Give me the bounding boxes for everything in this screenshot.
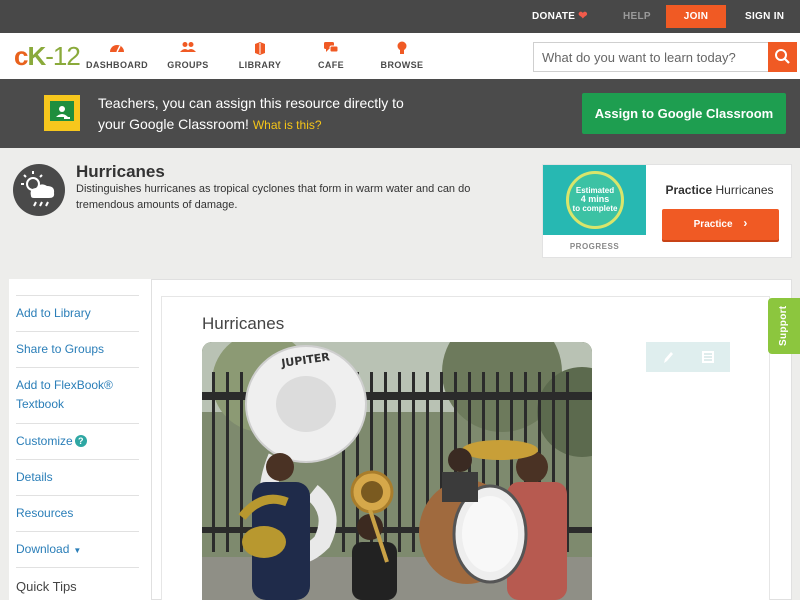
nav-label-browse: BROWSE [380, 60, 424, 70]
search-button[interactable] [768, 42, 797, 72]
sidebar-item-resources[interactable]: Resources [16, 495, 139, 531]
search-box [533, 42, 797, 72]
practice-title: Practice Hurricanes [646, 183, 793, 197]
nav-item-cafe[interactable]: CAFE [295, 41, 367, 70]
practice-progress-image: Estimated 4 mins to complete [543, 165, 646, 235]
content-title: Hurricanes [202, 314, 285, 333]
content-tools [646, 342, 730, 372]
practice-button-label: Practice [693, 219, 733, 230]
sidebar-item-customize-label: Customize [16, 434, 73, 448]
classroom-line-2: your Google Classroom! [98, 116, 249, 132]
logo-c: c [14, 41, 29, 71]
support-label: Support [778, 305, 789, 346]
nav-item-dashboard[interactable]: DASHBOARD [81, 41, 153, 70]
practice-card: Estimated 4 mins to complete PROGRESS Pr… [542, 164, 792, 258]
sidebar-item-share-to-groups[interactable]: Share to Groups [16, 331, 139, 367]
what-is-this-link[interactable]: What is this? [253, 118, 322, 132]
logo-n: -12 [45, 41, 81, 71]
practice-title-topic: Hurricanes [715, 183, 774, 197]
nav-label-cafe: CAFE [317, 60, 345, 70]
concept-title: Hurricanes [76, 162, 165, 181]
classroom-line-1: Teachers, you can assign this resource d… [98, 95, 404, 111]
sidebar-item-customize[interactable]: Customize? [16, 423, 139, 459]
progress-label: PROGRESS [569, 242, 620, 251]
main-nav: cK-12 DASHBOARD GROUPS LIBRARY CAFE BROW… [0, 33, 800, 79]
estimated-time-badge: Estimated 4 mins to complete [566, 171, 624, 229]
sidebar: Add to Library Share to Groups Add to Fl… [9, 279, 152, 600]
practice-title-bold: Practice [665, 183, 713, 197]
nav-item-groups[interactable]: GROUPS [152, 41, 224, 70]
concept-description: Distinguishes hurricanes as tropical cyc… [76, 183, 471, 211]
sidebar-item-add-to-flexbook[interactable]: Add to FlexBook® Textbook [16, 367, 139, 423]
nav-item-library[interactable]: LIBRARY [224, 41, 296, 70]
ck12-logo[interactable]: cK-12 [14, 41, 81, 71]
chevron-right-icon: › [743, 216, 748, 230]
pencil-icon[interactable] [660, 349, 676, 365]
brass-band-illustration: JUPITER [202, 342, 592, 600]
top-utility-bar: DONATE ❤ HELP JOIN SIGN IN [0, 0, 800, 33]
groups-icon [152, 41, 224, 55]
join-button[interactable]: JOIN [666, 5, 726, 28]
heart-icon: ❤ [578, 10, 588, 22]
practice-button[interactable]: Practice › [662, 209, 779, 240]
weather-storm-icon [13, 164, 65, 216]
library-icon [224, 41, 296, 55]
nav-label-library: LIBRARY [238, 60, 282, 70]
sidebar-item-download[interactable]: Download ▼ [16, 531, 139, 567]
search-input[interactable] [534, 43, 769, 71]
caret-down-icon: ▼ [73, 546, 82, 555]
search-icon [775, 49, 790, 64]
support-tab[interactable]: Support [768, 298, 800, 354]
to-complete-label: to complete [572, 204, 618, 213]
nav-label-groups: GROUPS [167, 60, 209, 70]
nav-label-dashboard: DASHBOARD [85, 60, 149, 70]
logo-k: K [27, 41, 46, 71]
estimated-mins: 4 mins [580, 194, 610, 204]
sidebar-item-details[interactable]: Details [16, 459, 139, 495]
sign-in-link[interactable]: SIGN IN [745, 0, 784, 33]
dashboard-icon [81, 41, 153, 55]
donate-link[interactable]: DONATE ❤ [532, 0, 588, 33]
google-classroom-icon [44, 95, 80, 131]
brass-band-photo: JUPITER [202, 342, 592, 600]
cafe-icon [295, 41, 367, 55]
classroom-message: Teachers, you can assign this resource d… [98, 93, 404, 136]
notes-icon[interactable] [700, 349, 716, 365]
nav-item-browse[interactable]: BROWSE [366, 41, 438, 70]
sidebar-item-download-label: Download [16, 542, 70, 556]
donate-label: DONATE [532, 11, 576, 22]
help-link[interactable]: HELP [623, 0, 651, 33]
assign-to-google-classroom-button[interactable]: Assign to Google Classroom [582, 93, 786, 134]
sidebar-item-add-to-library[interactable]: Add to Library [16, 295, 139, 331]
sidebar-item-quick-tips[interactable]: Quick Tips [16, 567, 139, 600]
browse-icon [366, 41, 438, 55]
help-question-icon[interactable]: ? [74, 435, 87, 447]
